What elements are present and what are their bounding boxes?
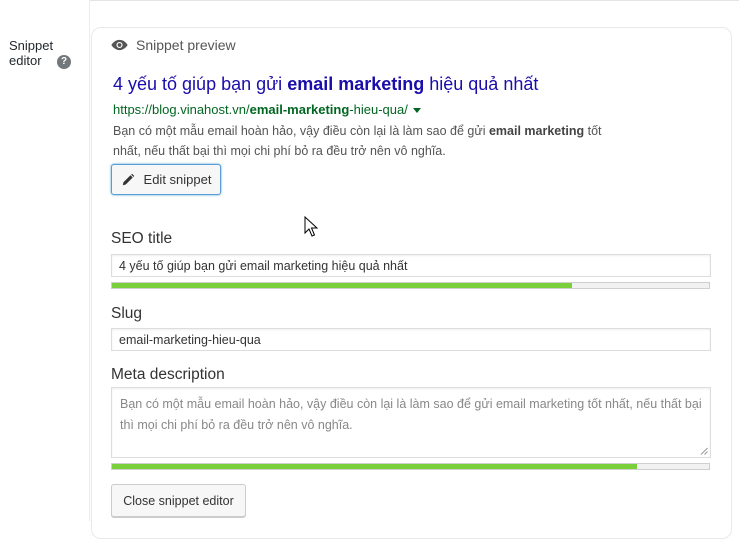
serp-url-keyword: email-marketing: [249, 102, 350, 117]
serp-description: Bạn có một mẫu email hoàn hảo, vậy điều …: [113, 121, 613, 161]
meta-description-progress-fill: [112, 464, 638, 469]
resize-grip-icon[interactable]: [700, 447, 708, 455]
snippet-editor-label-line1: Snippet: [9, 38, 54, 53]
caret-down-icon[interactable]: [412, 107, 421, 113]
top-divider: [0, 0, 739, 1]
serp-title-keyword: email marketing: [287, 74, 425, 94]
meta-description-text: Bạn có một mẫu email hoàn hảo, vậy điều …: [120, 397, 702, 432]
snippet-preview-label: Snippet preview: [136, 37, 236, 53]
meta-description-textarea[interactable]: Bạn có một mẫu email hoàn hảo, vậy điều …: [111, 387, 711, 458]
serp-url-part: -hieu-qua/: [349, 102, 408, 117]
mouse-pointer-icon: [304, 216, 318, 237]
snippet-editor-label-line2: editor: [9, 53, 42, 68]
seo-title-progress-bar: [111, 282, 710, 289]
serp-url: https://blog.vinahost.vn/email-marketing…: [113, 102, 421, 117]
serp-title-part: 4 yếu tố giúp bạn gửi: [113, 74, 288, 94]
close-snippet-editor-label: Close snippet editor: [123, 493, 234, 508]
slug-input[interactable]: [111, 328, 711, 351]
serp-desc-part: Bạn có một mẫu email hoàn hảo, vậy điều …: [113, 124, 489, 138]
seo-title-input[interactable]: [111, 254, 711, 277]
serp-title-part: hiệu quả nhất: [424, 74, 539, 94]
snippet-preview-header: Snippet preview: [111, 36, 236, 54]
sidebar-column: [0, 0, 90, 521]
seo-title-label: SEO title: [111, 230, 173, 247]
edit-snippet-label: Edit snippet: [143, 172, 212, 187]
serp-title-link[interactable]: 4 yếu tố giúp bạn gửi email marketing hi…: [113, 74, 538, 95]
seo-title-progress-fill: [112, 283, 572, 288]
snippet-editor-label: Snippet editor: [9, 38, 53, 68]
meta-description-label: Meta description: [111, 366, 225, 383]
edit-snippet-button[interactable]: Edit snippet: [111, 164, 221, 195]
pencil-icon: [122, 173, 134, 185]
close-snippet-editor-button[interactable]: Close snippet editor: [111, 484, 246, 517]
eye-icon: [111, 39, 128, 51]
slug-label: Slug: [111, 305, 143, 322]
meta-description-progress-bar: [111, 463, 710, 470]
question-circle-icon[interactable]: ?: [57, 55, 71, 69]
serp-url-part: https://blog.vinahost.vn/: [113, 102, 250, 117]
serp-desc-keyword: email marketing: [488, 124, 585, 138]
